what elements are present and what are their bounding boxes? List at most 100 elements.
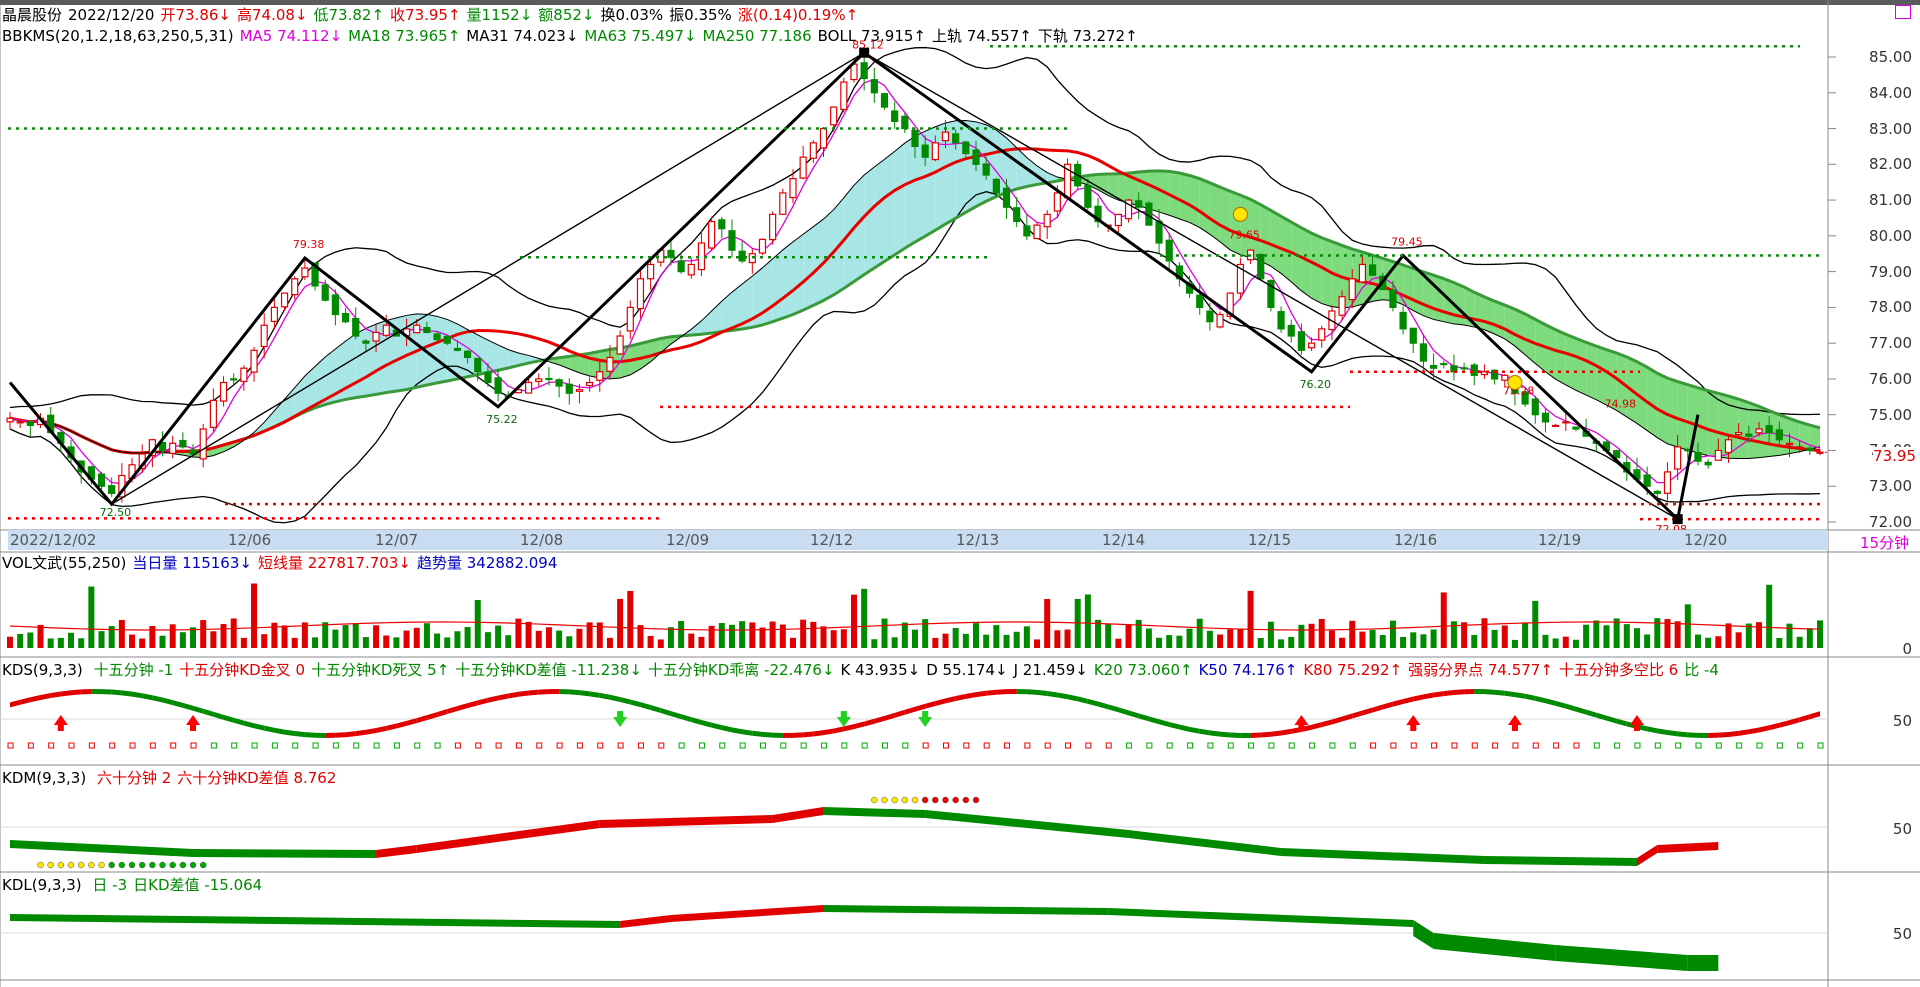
kds-kd-band bbox=[1209, 730, 1221, 737]
kdm-kd-band bbox=[823, 807, 926, 818]
kdl-kd-band bbox=[1433, 933, 1556, 961]
kds-signal-box bbox=[1512, 742, 1519, 749]
volume-bar bbox=[789, 637, 796, 648]
volume-bar bbox=[1461, 622, 1468, 648]
volume-bar bbox=[444, 637, 451, 648]
volume-bar bbox=[251, 583, 258, 648]
ma-cloud-segment bbox=[721, 292, 732, 332]
ma-cloud-segment bbox=[701, 310, 712, 335]
kds-kd-band bbox=[264, 725, 275, 733]
kds-kd-band bbox=[142, 693, 153, 701]
kds-kd-band bbox=[792, 732, 804, 738]
candle-body bbox=[219, 381, 228, 402]
kds-kd-band bbox=[752, 730, 763, 737]
volume-bar bbox=[1532, 600, 1539, 648]
kds-kd-band bbox=[965, 692, 977, 699]
kds-kd-band bbox=[1108, 704, 1119, 713]
kds-signal-box bbox=[149, 742, 156, 749]
candle-body bbox=[575, 389, 584, 392]
candle-body bbox=[443, 335, 451, 344]
kds-kd-band bbox=[132, 691, 143, 699]
kds-kd-band bbox=[498, 693, 509, 701]
candle-body bbox=[1002, 187, 1011, 208]
date-axis: 2022/12/02 12/06 12/07 12/08 12/09 12/12 12/13… bbox=[8, 530, 1828, 550]
peak-marker-icon bbox=[859, 47, 870, 58]
arrow-up-icon bbox=[53, 715, 68, 731]
volume-bar bbox=[901, 622, 908, 648]
kdm-item: 六十分钟KD差值 8.762 bbox=[177, 769, 337, 787]
kds-kd-band bbox=[925, 700, 936, 709]
volume-bar bbox=[1603, 625, 1610, 648]
volume-bar bbox=[647, 635, 654, 648]
volume-bar bbox=[1278, 639, 1285, 648]
candle-body bbox=[1318, 328, 1326, 341]
kds-kd-band bbox=[1159, 719, 1170, 728]
kds-kd-band bbox=[691, 717, 702, 725]
candle-body bbox=[1562, 421, 1570, 424]
kds-kd-band bbox=[1779, 720, 1790, 728]
volume-bar bbox=[373, 625, 380, 648]
arrow-down-icon bbox=[613, 711, 628, 727]
volume-bar bbox=[1572, 639, 1579, 648]
kline-chart[interactable]: 79.3875.2272.5085.1276.2079.6579.4575.28… bbox=[0, 0, 1920, 987]
kds-kd-band bbox=[1403, 696, 1414, 704]
ma-cloud-segment bbox=[1575, 338, 1587, 396]
kdm-item: 六十分钟 2 bbox=[96, 769, 172, 787]
date-tick-label: 12/13 bbox=[956, 531, 1000, 549]
kds-kd-band bbox=[904, 706, 915, 715]
candle-body bbox=[972, 149, 980, 165]
volume-bar bbox=[210, 631, 217, 648]
ma-cloud-segment bbox=[965, 120, 977, 213]
kds-kd-band bbox=[416, 715, 427, 724]
kds-signal-box bbox=[1593, 742, 1600, 749]
volume-bar bbox=[1766, 584, 1773, 648]
kds-kd-band bbox=[1047, 690, 1058, 698]
volume-bar bbox=[1023, 626, 1030, 648]
kds-kd-band bbox=[254, 723, 265, 731]
volume-bar bbox=[342, 625, 349, 648]
kds-axis-label: 50 bbox=[1892, 712, 1912, 730]
kdm-name: KDM(9,3,3) bbox=[2, 769, 87, 787]
volume-bar bbox=[749, 622, 756, 648]
kds-signal-box bbox=[1268, 742, 1275, 749]
kds-kd-band bbox=[1281, 728, 1292, 736]
kdl-kd-band bbox=[1555, 945, 1688, 971]
kds-kd-band bbox=[864, 718, 875, 727]
candle-body bbox=[382, 324, 390, 336]
kdm-signal-dot bbox=[149, 861, 156, 869]
candle-body bbox=[1206, 310, 1214, 323]
kds-kd-band bbox=[579, 690, 590, 697]
volume-bar bbox=[118, 619, 125, 648]
kds-signal-box bbox=[109, 742, 116, 749]
volume-bar bbox=[47, 638, 54, 648]
volume-bar bbox=[464, 626, 471, 648]
kds-signal-box bbox=[1248, 742, 1255, 749]
candle-body bbox=[1084, 184, 1092, 208]
kds-signal-box bbox=[1004, 742, 1011, 749]
price-tick-label: 73.00 bbox=[1869, 477, 1912, 496]
kds-signal-box bbox=[719, 742, 726, 749]
kds-signal-box bbox=[1146, 742, 1153, 749]
date-tick-label: 12/09 bbox=[666, 531, 710, 549]
candle-body bbox=[697, 242, 706, 271]
kds-item: 十五分钟KD金叉 0 bbox=[179, 661, 305, 679]
kds-kd-band bbox=[1260, 731, 1271, 738]
peak-price-label: 79.45 bbox=[1391, 236, 1423, 249]
kds-kd-band bbox=[701, 719, 712, 728]
price-tick-label: 85.00 bbox=[1869, 48, 1912, 66]
kds-signal-box bbox=[922, 742, 929, 749]
kdm-signal-dot bbox=[199, 861, 207, 869]
kds-kd-band bbox=[1362, 707, 1373, 716]
kds-signal-box bbox=[1105, 742, 1112, 749]
volume-bar bbox=[1481, 618, 1488, 648]
kds-kd-band bbox=[843, 724, 854, 732]
kds-signal-box bbox=[373, 742, 380, 749]
volume-bar bbox=[1776, 637, 1783, 648]
kds-signal-box bbox=[780, 742, 787, 749]
candle-body bbox=[1419, 343, 1428, 362]
kds-signal-box bbox=[1126, 742, 1133, 749]
period-selector[interactable]: 15分钟 bbox=[1860, 532, 1909, 553]
candle-body bbox=[199, 428, 207, 460]
candle-body bbox=[941, 131, 950, 142]
kds-signal-box bbox=[1085, 742, 1092, 749]
